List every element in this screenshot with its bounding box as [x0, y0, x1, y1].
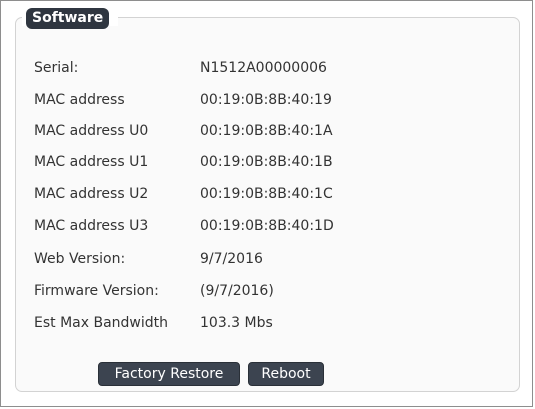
info-value: 00:19:0B:8B:40:1B: [200, 154, 333, 170]
info-label: MAC address U0: [34, 123, 149, 139]
info-value: 00:19:0B:8B:40:19: [200, 92, 332, 108]
info-label: Est Max Bandwidth: [34, 315, 169, 331]
factory-restore-button[interactable]: Factory Restore: [98, 362, 240, 386]
info-value: 9/7/2016: [200, 251, 263, 267]
info-label: MAC address U3: [34, 218, 149, 234]
panel-title: Software: [26, 8, 110, 29]
info-value: 00:19:0B:8B:40:1C: [200, 186, 333, 202]
info-value: 00:19:0B:8B:40:1A: [200, 123, 333, 139]
reboot-button[interactable]: Reboot: [248, 362, 324, 386]
info-value: N1512A00000006: [200, 60, 327, 76]
info-label: MAC address U2: [34, 186, 149, 202]
info-label: Serial:: [34, 60, 79, 76]
info-label: MAC address: [34, 92, 125, 108]
info-label: Firmware Version:: [34, 283, 159, 299]
info-value: 103.3 Mbs: [200, 315, 273, 331]
info-label: Web Version:: [34, 251, 126, 267]
info-label: MAC address U1: [34, 154, 149, 170]
info-value: (9/7/2016): [200, 283, 274, 299]
info-value: 00:19:0B:8B:40:1D: [200, 218, 334, 234]
